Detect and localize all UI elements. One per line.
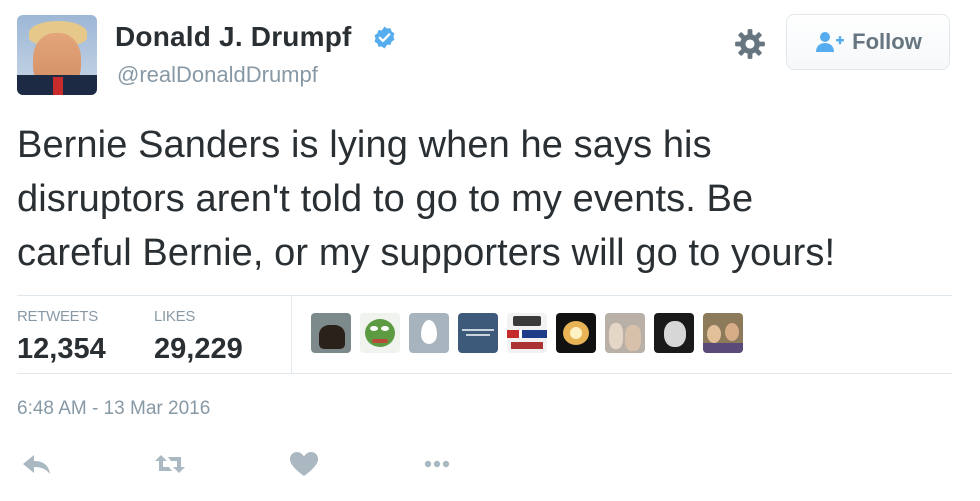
author-display-name[interactable]: Donald J. Drumpf xyxy=(115,21,352,53)
liker-avatar[interactable] xyxy=(360,313,400,353)
follow-button-label: Follow xyxy=(852,29,922,54)
liker-avatar[interactable] xyxy=(556,313,596,353)
likes-label[interactable]: LIKES xyxy=(154,308,195,325)
liker-avatar[interactable] xyxy=(507,313,547,353)
author-handle[interactable]: @realDonaldDrumpf xyxy=(117,62,318,88)
liker-avatar[interactable] xyxy=(654,313,694,353)
like-icon[interactable] xyxy=(287,449,321,479)
liker-avatar[interactable] xyxy=(409,313,449,353)
gear-icon[interactable] xyxy=(733,27,767,61)
more-icon[interactable] xyxy=(420,449,454,479)
liker-avatar[interactable] xyxy=(605,313,645,353)
liker-avatar[interactable] xyxy=(458,313,498,353)
retweet-icon[interactable] xyxy=(153,449,187,479)
tweet-timestamp[interactable]: 6:48 AM - 13 Mar 2016 xyxy=(17,398,210,420)
liker-avatars xyxy=(311,313,743,353)
reply-icon[interactable] xyxy=(20,449,54,479)
tweet-text-line: disruptors aren't told to go to my event… xyxy=(17,178,754,220)
avatar[interactable] xyxy=(17,15,97,95)
likes-count[interactable]: 29,229 xyxy=(154,333,243,366)
retweets-count[interactable]: 12,354 xyxy=(17,333,106,366)
divider xyxy=(17,373,952,374)
stats-divider xyxy=(291,296,292,373)
avatar-tie xyxy=(53,77,63,95)
add-user-icon xyxy=(816,32,845,52)
retweets-label[interactable]: RETWEETS xyxy=(17,308,98,325)
follow-button[interactable]: Follow xyxy=(786,14,950,70)
tweet-text: Bernie Sanders is lying when he says his… xyxy=(17,118,967,280)
tweet-text-line: careful Bernie, or my supporters will go… xyxy=(17,232,836,274)
tweet-card: Donald J. Drumpf @realDonaldDrumpf Follo… xyxy=(0,0,980,501)
verified-badge-icon xyxy=(374,26,395,49)
liker-avatar[interactable] xyxy=(703,313,743,353)
divider xyxy=(17,295,952,296)
liker-avatar[interactable] xyxy=(311,313,351,353)
tweet-text-line: Bernie Sanders is lying when he says his xyxy=(17,124,712,166)
